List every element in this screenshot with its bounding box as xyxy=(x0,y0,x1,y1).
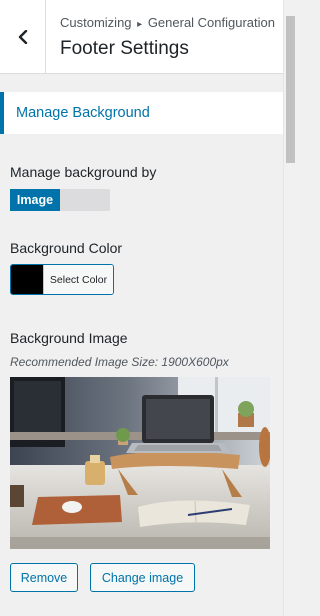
manage-by-label: Manage background by xyxy=(10,164,157,180)
chevron-left-icon xyxy=(18,30,27,44)
manage-by-toggle: Image xyxy=(10,189,110,211)
select-color-button[interactable]: Select Color xyxy=(10,264,114,295)
toggle-option-other[interactable] xyxy=(60,189,110,211)
background-image-preview xyxy=(10,377,270,549)
breadcrumb: Customizing ▸ General Configuration xyxy=(60,15,275,30)
background-color-label: Background Color xyxy=(10,240,123,256)
image-size-hint: Recommended Image Size: 1900X600px xyxy=(10,355,229,369)
breadcrumb-parent: Customizing xyxy=(60,15,132,30)
breadcrumb-current: General Configuration xyxy=(147,15,276,30)
desk-photo xyxy=(10,377,270,549)
background-image-label: Background Image xyxy=(10,330,128,346)
color-swatch xyxy=(11,265,43,294)
breadcrumb-separator: ▸ xyxy=(137,19,143,30)
back-button[interactable] xyxy=(0,0,46,74)
remove-image-button[interactable]: Remove xyxy=(10,563,78,592)
toggle-option-image[interactable]: Image xyxy=(10,189,60,211)
select-color-label: Select Color xyxy=(43,265,113,294)
change-image-button[interactable]: Change image xyxy=(90,563,195,592)
customizer-header: Customizing ▸ General Configuration Foot… xyxy=(0,0,283,74)
section-manage-background[interactable]: Manage Background xyxy=(0,92,283,134)
scrollbar-thumb[interactable] xyxy=(286,16,295,163)
panel-title: Footer Settings xyxy=(60,38,189,59)
